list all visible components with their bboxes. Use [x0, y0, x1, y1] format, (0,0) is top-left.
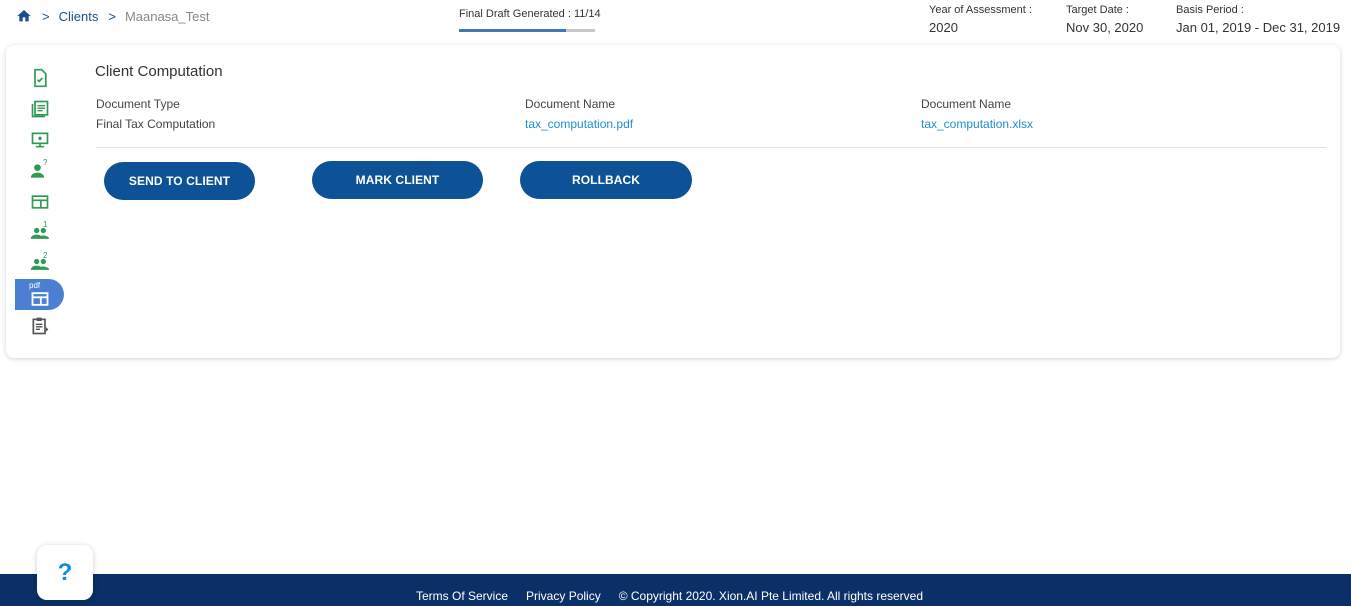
nav-superscript: 1 [43, 220, 48, 229]
nav-group-1[interactable]: 1 [15, 217, 64, 248]
progress-label: Final Draft Generated : 11/14 [459, 8, 601, 20]
footer-links: Terms Of Service Privacy Policy © Copyri… [416, 589, 941, 603]
breadcrumb-current: Maanasa_Test [124, 8, 210, 24]
progress-bar [459, 29, 595, 32]
xlsx-column: Document Name tax_computation.xlsx [921, 97, 1033, 131]
doc-type-column: Document Type Final Tax Computation [96, 97, 215, 131]
nav-document-check[interactable] [15, 62, 64, 93]
pdf-column: Document Name tax_computation.pdf [525, 97, 633, 131]
document-check-icon [33, 68, 47, 87]
pdf-window-icon [31, 291, 48, 306]
copyright-text: © Copyright 2020. Xion.AI Pte Limited. A… [618, 589, 924, 603]
year-value: 2020 [929, 20, 958, 35]
section-title: Client Computation [95, 63, 223, 80]
year-label: Year of Assessment : [929, 4, 1032, 16]
computation-card: ? 1 2 pdf Client Computation Document Ty… [6, 45, 1340, 358]
terms-link[interactable]: Terms Of Service [416, 589, 508, 603]
breadcrumb-separator: > [42, 8, 50, 24]
nav-superscript: 2 [43, 251, 48, 260]
nav-pdf-window[interactable]: pdf [15, 279, 64, 310]
rollback-button[interactable]: ROLLBACK [520, 161, 692, 199]
draft-progress: Final Draft Generated : 11/14 [459, 8, 601, 32]
side-nav: ? 1 2 pdf [15, 62, 65, 341]
breadcrumb: > Clients > Maanasa_Test [16, 8, 210, 24]
target-date: Target Date : Nov 30, 2020 [1066, 4, 1143, 35]
column-header: Document Name [525, 97, 616, 111]
target-value: Nov 30, 2020 [1066, 20, 1144, 35]
nav-clipboard[interactable] [15, 310, 64, 341]
target-label: Target Date : [1066, 4, 1129, 16]
document-table: Document Type Final Tax Computation Docu… [96, 97, 1326, 148]
privacy-link[interactable]: Privacy Policy [526, 589, 601, 603]
home-icon[interactable] [16, 8, 32, 24]
column-header: Document Type [96, 97, 180, 111]
monitor-icon [31, 132, 48, 147]
help-button[interactable]: ? [37, 545, 93, 600]
nav-group-2[interactable]: 2 [15, 248, 64, 279]
basis-period: Basis Period : Jan 01, 2019 - Dec 31, 20… [1176, 4, 1340, 35]
basis-value: Jan 01, 2019 - Dec 31, 2019 [1176, 20, 1341, 35]
mark-client-button[interactable]: MARK CLIENT [312, 161, 483, 199]
pdf-tag: pdf [29, 281, 41, 290]
breadcrumb-separator: > [108, 8, 116, 24]
nav-monitor[interactable] [15, 124, 64, 155]
pdf-link[interactable]: tax_computation.pdf [525, 117, 633, 131]
document-list-icon [31, 100, 48, 117]
breadcrumb-clients[interactable]: Clients [59, 9, 99, 24]
progress-fill [459, 29, 566, 32]
doc-type-value: Final Tax Computation [96, 117, 216, 131]
nav-window[interactable] [15, 186, 64, 217]
nav-user-question[interactable]: ? [15, 155, 64, 186]
top-bar: > Clients > Maanasa_Test Final Draft Gen… [0, 0, 1351, 44]
basis-label: Basis Period : [1176, 4, 1244, 16]
column-header: Document Name [921, 97, 1012, 111]
help-icon: ? [57, 558, 73, 586]
footer: Terms Of Service Privacy Policy © Copyri… [0, 574, 1351, 606]
nav-superscript: ? [43, 158, 48, 167]
xlsx-link[interactable]: tax_computation.xlsx [921, 117, 1033, 131]
content-header: Client Computation [95, 63, 223, 80]
clipboard-icon [32, 317, 48, 334]
nav-document-list[interactable] [15, 93, 64, 124]
send-to-client-button[interactable]: SEND TO CLIENT [104, 162, 255, 200]
window-icon [31, 194, 48, 209]
year-of-assessment: Year of Assessment : 2020 [929, 4, 1032, 35]
